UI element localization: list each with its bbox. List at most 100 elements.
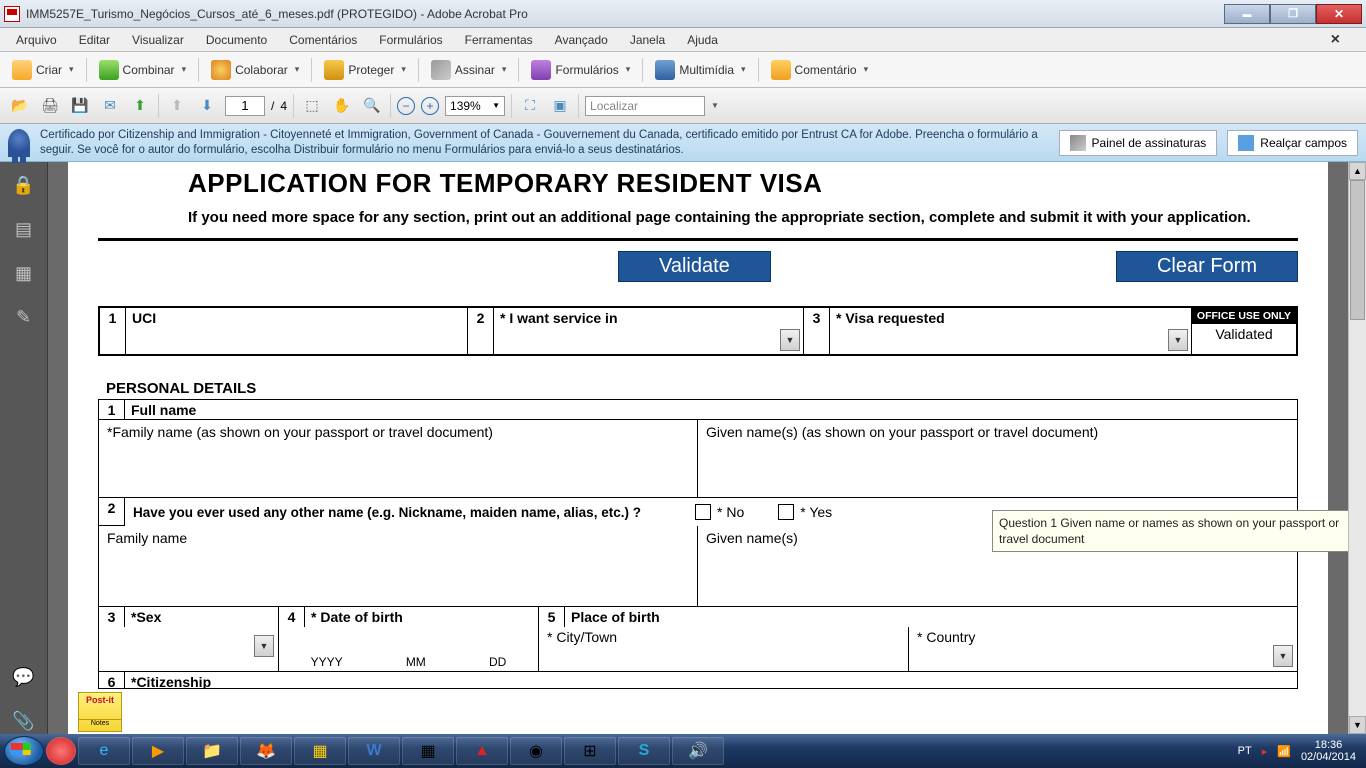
taskbar-acrobat[interactable]: ▲ <box>456 737 508 765</box>
taskbar-chrome[interactable]: ◉ <box>510 737 562 765</box>
menu-documento[interactable]: Documento <box>196 30 277 50</box>
bookmarks-icon[interactable]: ▦ <box>11 260 37 286</box>
zoom-out-icon[interactable]: − <box>397 97 415 115</box>
tray-network-icon[interactable]: 📶 <box>1277 745 1291 758</box>
pages-panel-icon[interactable]: ▤ <box>11 216 37 242</box>
separator <box>758 58 759 82</box>
tb-multimidia[interactable]: Multimídia <box>649 58 751 82</box>
vertical-scrollbar[interactable]: ▲ ▼ <box>1348 162 1366 734</box>
print-icon[interactable]: 🖨 <box>38 94 62 118</box>
hand-tool-icon[interactable]: ✋ <box>330 94 354 118</box>
other-family-name-field[interactable]: Family name <box>99 526 698 606</box>
scroll-thumb[interactable] <box>1350 180 1365 320</box>
page-down-icon[interactable]: ⬇ <box>195 94 219 118</box>
country-field[interactable]: * Country <box>909 627 1297 671</box>
close-document-button[interactable]: × <box>1321 28 1350 52</box>
tb-assinar[interactable]: Assinar <box>425 58 513 82</box>
taskbar-postit[interactable]: ▦ <box>294 737 346 765</box>
other-name-question: Have you ever used any other name (e.g. … <box>125 505 685 520</box>
upload-icon[interactable]: ⬆ <box>128 94 152 118</box>
uci-field[interactable]: UCI <box>126 308 468 354</box>
email-icon[interactable]: ✉ <box>98 94 122 118</box>
highlight-fields-button[interactable]: Realçar campos <box>1227 130 1358 156</box>
given-name-field[interactable]: Given name(s) (as shown on your passport… <box>698 420 1297 497</box>
open-icon[interactable]: 📂 <box>8 94 32 118</box>
checkbox-no[interactable] <box>695 504 711 520</box>
search-dropdown-icon[interactable]: ▼ <box>711 101 719 110</box>
taskbar-skype[interactable]: S <box>618 737 670 765</box>
yes-option[interactable]: * Yes <box>778 504 832 520</box>
tray-lang[interactable]: PT <box>1238 745 1252 757</box>
taskbar-volume[interactable]: 🔊 <box>672 737 724 765</box>
family-name-field[interactable]: *Family name (as shown on your passport … <box>99 420 698 497</box>
page-up-icon[interactable]: ⬆ <box>165 94 189 118</box>
validate-button[interactable]: Validate <box>618 251 771 282</box>
postit-note[interactable]: Post-it Notes <box>78 692 122 732</box>
scroll-up-button[interactable]: ▲ <box>1349 162 1366 180</box>
taskbar-word[interactable]: W <box>348 737 400 765</box>
clear-form-button[interactable]: Clear Form <box>1116 251 1298 282</box>
visa-requested-field[interactable]: * Visa requested <box>830 308 1192 354</box>
tb-combinar[interactable]: Combinar <box>93 58 193 82</box>
city-field[interactable]: * City/Town <box>539 627 909 671</box>
marquee-zoom-icon[interactable]: 🔍 <box>360 94 384 118</box>
comments-panel-icon[interactable]: 💬 <box>11 664 37 690</box>
window-minimize-button[interactable] <box>1224 4 1270 24</box>
dropdown-icon[interactable] <box>1168 329 1188 351</box>
taskbar-app2[interactable]: ▦ <box>402 737 454 765</box>
taskbar-explorer[interactable]: 📁 <box>186 737 238 765</box>
taskbar-app[interactable] <box>46 737 76 765</box>
dob-field[interactable]: 4 * Date of birth YYYY MM DD <box>279 607 539 671</box>
search-input[interactable]: Localizar <box>585 96 705 116</box>
taskbar-mediaplayer[interactable]: ▶ <box>132 737 184 765</box>
signature-panel-button[interactable]: Painel de assinaturas <box>1059 130 1218 156</box>
signatures-icon[interactable]: ✎ <box>11 304 37 330</box>
pob-field: 5 Place of birth * City/Town * Country <box>539 607 1297 671</box>
no-option[interactable]: * No <box>695 504 744 520</box>
menu-janela[interactable]: Janela <box>620 30 675 50</box>
menu-arquivo[interactable]: Arquivo <box>6 30 67 50</box>
tb-formularios[interactable]: Formulários <box>525 58 636 82</box>
tb-proteger[interactable]: Proteger <box>318 58 412 82</box>
select-tool-icon[interactable]: ⬚ <box>300 94 324 118</box>
window-maximize-button[interactable] <box>1270 4 1316 24</box>
service-language-field[interactable]: * I want service in <box>494 308 804 354</box>
page-total: 4 <box>280 99 287 113</box>
tray-clock[interactable]: 18:36 02/04/2014 <box>1301 739 1356 763</box>
taskbar-firefox[interactable]: 🦊 <box>240 737 292 765</box>
menu-visualizar[interactable]: Visualizar <box>122 30 194 50</box>
menu-editar[interactable]: Editar <box>69 30 120 50</box>
workspace: 🔒 ▤ ▦ ✎ 💬 📎 APPLICATION FOR TEMPORARY RE… <box>0 162 1366 734</box>
menu-ferramentas[interactable]: Ferramentas <box>455 30 543 50</box>
page-number-input[interactable] <box>225 96 265 116</box>
zoom-level[interactable]: 139%▼ <box>445 96 505 116</box>
start-button[interactable] <box>4 736 44 766</box>
tb-colaborar[interactable]: Colaborar <box>205 58 305 82</box>
zoom-in-icon[interactable]: + <box>421 97 439 115</box>
dropdown-icon[interactable] <box>254 635 274 657</box>
fit-width-icon[interactable]: ⛶ <box>518 94 542 118</box>
field-number-2: 2 <box>468 308 494 354</box>
attachments-icon[interactable]: 📎 <box>11 708 37 734</box>
tray-flag-icon[interactable]: ▸ <box>1262 745 1268 758</box>
menu-avancado[interactable]: Avançado <box>545 30 618 50</box>
tb-comentario[interactable]: Comentário <box>765 58 875 82</box>
form-subtitle: If you need more space for any section, … <box>188 209 1298 226</box>
tb-criar[interactable]: Criar <box>6 58 80 82</box>
taskbar-ie[interactable]: e <box>78 737 130 765</box>
menu-formularios[interactable]: Formulários <box>369 30 452 50</box>
scroll-down-button[interactable]: ▼ <box>1349 716 1366 734</box>
checkbox-yes[interactable] <box>778 504 794 520</box>
security-lock-icon[interactable]: 🔒 <box>11 172 37 198</box>
fit-page-icon[interactable]: ▣ <box>548 94 572 118</box>
menu-comentarios[interactable]: Comentários <box>279 30 367 50</box>
dropdown-icon[interactable] <box>1273 645 1293 667</box>
sex-field[interactable]: 3 *Sex <box>99 607 279 671</box>
taskbar-calc[interactable]: ⊞ <box>564 737 616 765</box>
scroll-track[interactable] <box>1349 180 1366 716</box>
menu-ajuda[interactable]: Ajuda <box>677 30 728 50</box>
dropdown-icon[interactable] <box>780 329 800 351</box>
field-number-1: 1 <box>100 308 126 354</box>
window-close-button[interactable] <box>1316 4 1362 24</box>
save-icon[interactable]: 💾 <box>68 94 92 118</box>
